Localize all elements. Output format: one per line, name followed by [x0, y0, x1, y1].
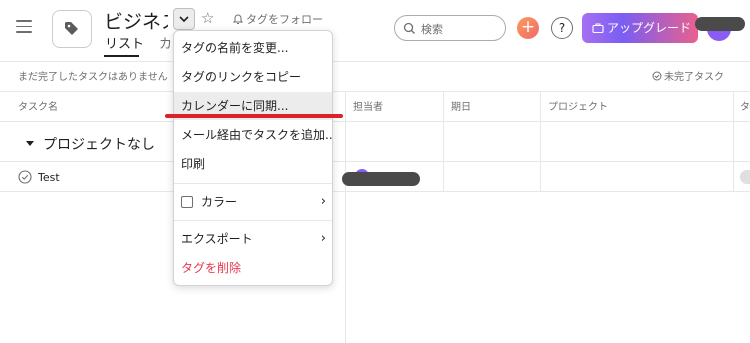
row-divider [0, 191, 750, 192]
column-divider [733, 91, 734, 192]
title-dropdown-button[interactable] [173, 8, 195, 30]
briefcase-icon [592, 23, 604, 34]
menu-item-color[interactable]: カラー › [174, 188, 332, 216]
menu-item-label: タグを削除 [181, 261, 242, 275]
redacted-user-name [695, 17, 745, 31]
menu-item-copy-tag-link[interactable]: タグのリンクをコピー [174, 63, 332, 91]
complete-task-checkbox-icon[interactable] [18, 170, 32, 184]
search-input[interactable]: 検索 [394, 15, 506, 41]
active-tab-indicator [104, 55, 139, 57]
check-circle-icon [652, 71, 662, 81]
page-title: ビジネス [104, 11, 168, 33]
search-placeholder: 検索 [421, 23, 443, 36]
header-divider [0, 61, 750, 62]
menu-item-export[interactable]: エクスポート › [174, 225, 332, 253]
tag-icon [65, 22, 78, 35]
menu-divider [174, 183, 332, 184]
caret-down-icon[interactable] [26, 141, 34, 146]
column-header-assignee[interactable]: 担当者 [353, 98, 383, 113]
column-divider [443, 91, 444, 192]
menu-item-rename-tag[interactable]: タグの名前を変更... [174, 34, 332, 62]
annotation-red-underline [165, 114, 343, 118]
tab-list[interactable]: リスト [105, 33, 144, 52]
redacted-assignee-name [342, 172, 420, 186]
column-header-bottom-border [0, 121, 750, 122]
column-divider [540, 91, 541, 192]
incomplete-tasks-filter[interactable]: 未完了タスク [652, 68, 724, 83]
tab-calendar[interactable]: カレンダー [159, 33, 173, 52]
column-header-tags[interactable]: タ [740, 98, 750, 113]
tag-icon-box [52, 10, 92, 48]
column-header-project[interactable]: プロジェクト [548, 98, 608, 113]
section-label: プロジェクトなし [43, 137, 155, 153]
menu-item-label: エクスポート [181, 232, 253, 246]
upgrade-label: アップグレード [607, 21, 692, 35]
row-divider [0, 161, 750, 162]
bell-icon [232, 14, 244, 24]
menu-item-label: 印刷 [181, 157, 206, 171]
menu-item-label: メール経由でタスクを追加... [181, 128, 332, 142]
menu-item-label: カレンダーに同期... [181, 99, 289, 113]
upgrade-button[interactable]: アップグレード [582, 13, 698, 43]
menu-item-delete-tag[interactable]: タグを削除 [174, 254, 332, 282]
column-header-top-border [0, 91, 750, 92]
menu-item-label: タグの名前を変更... [181, 41, 289, 55]
menu-item-label: タグのリンクをコピー [181, 70, 302, 84]
star-icon[interactable]: ☆ [201, 9, 214, 27]
chevron-down-icon [179, 16, 189, 23]
help-button[interactable]: ? [551, 17, 573, 39]
hamburger-menu-icon[interactable] [16, 20, 32, 34]
chevron-right-icon: › [320, 231, 326, 246]
menu-item-add-tasks-via-email[interactable]: メール経由でタスクを追加... [174, 121, 332, 149]
section-no-project[interactable]: プロジェクトなし [26, 134, 155, 154]
menu-item-print[interactable]: 印刷 [174, 150, 332, 178]
table-row[interactable]: Test [18, 170, 60, 184]
column-header-task-name[interactable]: タスク名 [18, 98, 58, 113]
column-divider [345, 91, 346, 343]
tag-options-menu: タグの名前を変更... タグのリンクをコピー カレンダーに同期... メール経由… [173, 30, 333, 286]
incomplete-tasks-label: 未完了タスク [664, 72, 724, 83]
quick-add-button[interactable]: + [517, 17, 539, 39]
menu-item-label: カラー [201, 195, 238, 209]
tag-pill[interactable] [740, 170, 750, 184]
search-icon [403, 22, 415, 34]
task-name[interactable]: Test [38, 171, 60, 184]
follow-label: タグをフォロー [246, 13, 323, 26]
menu-divider [174, 220, 332, 221]
completed-status-text: まだ完了したタスクはありません [18, 72, 168, 83]
color-swatch-checkbox-icon [181, 196, 193, 208]
column-header-due-date[interactable]: 期日 [451, 98, 471, 113]
chevron-right-icon: › [320, 194, 326, 209]
follow-tag-button[interactable]: タグをフォロー [232, 11, 323, 27]
